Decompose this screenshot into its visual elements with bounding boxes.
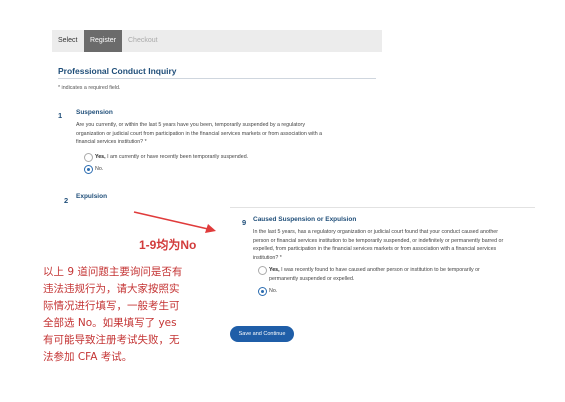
question-2-title: Expulsion <box>76 193 108 200</box>
question-9-no-label[interactable]: No. <box>269 287 277 296</box>
save-and-continue-button[interactable]: Save and Continue <box>230 326 294 342</box>
step-select[interactable]: Select <box>58 30 77 52</box>
question-1-yes-radio[interactable] <box>84 153 93 162</box>
question-9-text-line: In the last 5 years, has a regulatory or… <box>253 229 498 235</box>
question-1-no-radio[interactable] <box>84 165 93 174</box>
required-field-note: * indicates a required field. <box>58 85 121 91</box>
annotation-line: 以上 9 道问题主要询问是否有 <box>43 266 183 278</box>
annotation-paragraph: 以上 9 道问题主要询问是否有 违法违规行为，请大家按照实 际情况进行填写，一般… <box>43 264 213 366</box>
annotation-line: 际情况进行填写，一般考生可 <box>43 300 180 312</box>
conduct-form-bottom: 9 Caused Suspension or Expulsion In the … <box>230 207 535 347</box>
question-9-yes-label[interactable]: Yes, I was recently found to have caused… <box>269 266 480 283</box>
page-title: Professional Conduct Inquiry <box>58 66 177 76</box>
annotation-line: 违法违规行为，请大家按照实 <box>43 283 180 295</box>
yes-bold-text: Yes, <box>269 267 280 273</box>
conduct-form-top: Select Register Checkout Professional Co… <box>52 30 382 205</box>
annotation-label: 1-9均为No <box>139 238 197 252</box>
annotation-arrow-icon <box>133 211 216 233</box>
question-9-yes-radio[interactable] <box>258 266 267 275</box>
question-1-text: Are you currently, or within the last 5 … <box>76 121 322 147</box>
step-checkout: Checkout <box>128 37 158 44</box>
question-1-text-line: organization or judicial court from part… <box>76 130 323 137</box>
question-9-text-line: person or financial services institution… <box>253 237 504 244</box>
question-1-yes-label[interactable]: Yes, I am currently or have recently bee… <box>95 153 248 162</box>
yes-rest-text: I am currently or have recently been tem… <box>105 154 249 160</box>
question-1-text-line: Are you currently, or within the last 5 … <box>76 122 305 128</box>
yes-bold-text: Yes, <box>95 154 106 160</box>
annotation-line: 法参加 CFA 考试。 <box>43 351 133 363</box>
question-1-no-label[interactable]: No. <box>95 165 103 174</box>
title-divider <box>58 78 376 79</box>
annotation-line: 有可能导致注册考试失败，无 <box>43 334 180 346</box>
question-9-text-line: institution? * <box>253 254 282 261</box>
yes-rest-text: permanently suspended or expelled. <box>269 275 355 282</box>
question-9-number: 9 <box>242 218 247 227</box>
question-9-text-line: expelled, from participation in the fina… <box>253 246 497 253</box>
panel-top-border <box>230 207 535 208</box>
question-1-number: 1 <box>58 111 63 120</box>
question-9-text: In the last 5 years, has a regulatory or… <box>253 228 503 262</box>
question-1-text-line: financial services institution? * <box>76 139 147 146</box>
question-9-title: Caused Suspension or Expulsion <box>253 216 357 223</box>
checkout-steps-bar: Select Register Checkout <box>52 30 382 52</box>
question-2-number: 2 <box>64 196 69 205</box>
step-register[interactable]: Register <box>84 30 122 52</box>
question-1-title: Suspension <box>76 109 113 116</box>
yes-rest-text: I was recently found to have caused anot… <box>279 267 480 273</box>
annotation-line: 全部选 No。如果填写了 yes <box>43 317 177 329</box>
question-9-no-radio[interactable] <box>258 287 267 296</box>
